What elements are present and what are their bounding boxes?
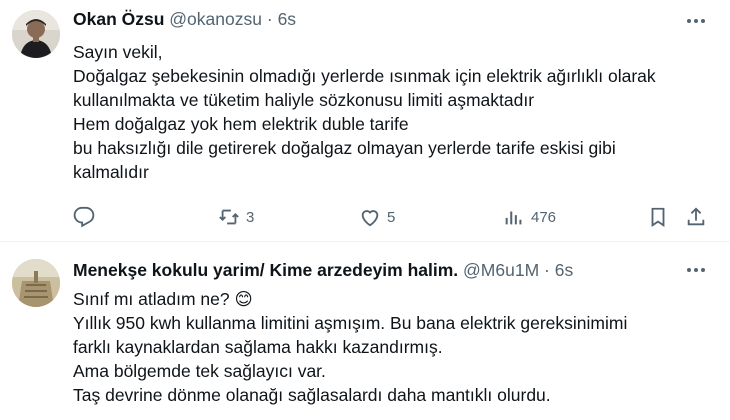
avatar-photo <box>12 10 60 58</box>
timestamp[interactable]: 6s <box>278 9 296 29</box>
retweet-count: 3 <box>246 208 255 226</box>
tweet-text-line: Sayın vekil, <box>73 42 163 62</box>
tweet-text-line: kullanılmakta ve tüketim haliyle sözkonu… <box>73 90 535 110</box>
tweet-text-line: Yıllık 950 kwh kullanma limitini aşmışım… <box>73 313 628 333</box>
tweet-text: Sınıf mı atladım ne? 😊 Yıllık 950 kwh ku… <box>73 287 718 407</box>
more-icon <box>687 268 705 272</box>
more-button[interactable] <box>684 259 708 281</box>
author-handle[interactable]: @okanozsu <box>169 9 262 29</box>
share-button[interactable] <box>685 202 707 232</box>
like-icon <box>361 210 379 227</box>
retweet-icon <box>219 209 239 225</box>
avatar[interactable] <box>12 10 60 58</box>
avatar[interactable] <box>12 259 60 307</box>
avatar-photo <box>12 259 60 307</box>
reply-button[interactable] <box>73 202 101 232</box>
views-count: 476 <box>531 208 557 226</box>
retweet-button[interactable]: 3 <box>218 202 254 232</box>
tweet-actions: 3 5 476 <box>0 202 730 232</box>
tweet[interactable]: Okan Özsu @okanozsu · 6s Sayın vekil, Do… <box>0 0 730 242</box>
reply-icon <box>73 206 95 228</box>
bookmark-icon <box>651 207 665 227</box>
share-icon <box>687 207 705 226</box>
separator: · <box>544 260 550 280</box>
author-handle[interactable]: @M6u1M <box>463 260 539 280</box>
author-name[interactable]: Okan Özsu <box>73 9 164 29</box>
tweet-text-line: kalmalıdır <box>73 162 149 182</box>
views-button[interactable]: 476 <box>503 202 556 232</box>
tweet[interactable]: Menekşe kokulu yarim/ Kime arzedeyim hal… <box>0 243 730 420</box>
like-count: 5 <box>387 208 396 226</box>
tweet-header: Okan Özsu @okanozsu · 6s <box>73 8 296 30</box>
views-icon <box>505 211 522 225</box>
tweet-text-line: Taş devrine dönme olanağı sağlasalardı d… <box>73 385 551 405</box>
more-icon <box>687 19 705 23</box>
more-button[interactable] <box>684 10 708 32</box>
tweet-text-line: Hem doğalgaz yok hem elektrik duble tari… <box>73 114 409 134</box>
tweet-text-line: bu haksızlığı dile getirerek doğalgaz ol… <box>73 138 616 158</box>
like-button[interactable]: 5 <box>359 202 395 232</box>
tweet-text-line: Doğalgaz şebekesinin olmadığı yerlerde ı… <box>73 66 656 86</box>
tweet-text: Sayın vekil, Doğalgaz şebekesinin olmadı… <box>73 40 718 184</box>
tweet-header: Menekşe kokulu yarim/ Kime arzedeyim hal… <box>73 259 573 281</box>
separator: · <box>266 9 273 29</box>
author-name[interactable]: Menekşe kokulu yarim/ Kime arzedeyim hal… <box>73 260 458 280</box>
tweet-text-line: Ama bölgemde tek sağlayıcı var. <box>73 361 326 381</box>
tweet-text-line: farklı kaynaklardan sağlama hakkı kazand… <box>73 337 443 357</box>
tweet-text-line: Sınıf mı atladım ne? 😊 <box>73 289 253 309</box>
bookmark-button[interactable] <box>647 202 669 232</box>
timestamp[interactable]: 6s <box>555 260 573 280</box>
